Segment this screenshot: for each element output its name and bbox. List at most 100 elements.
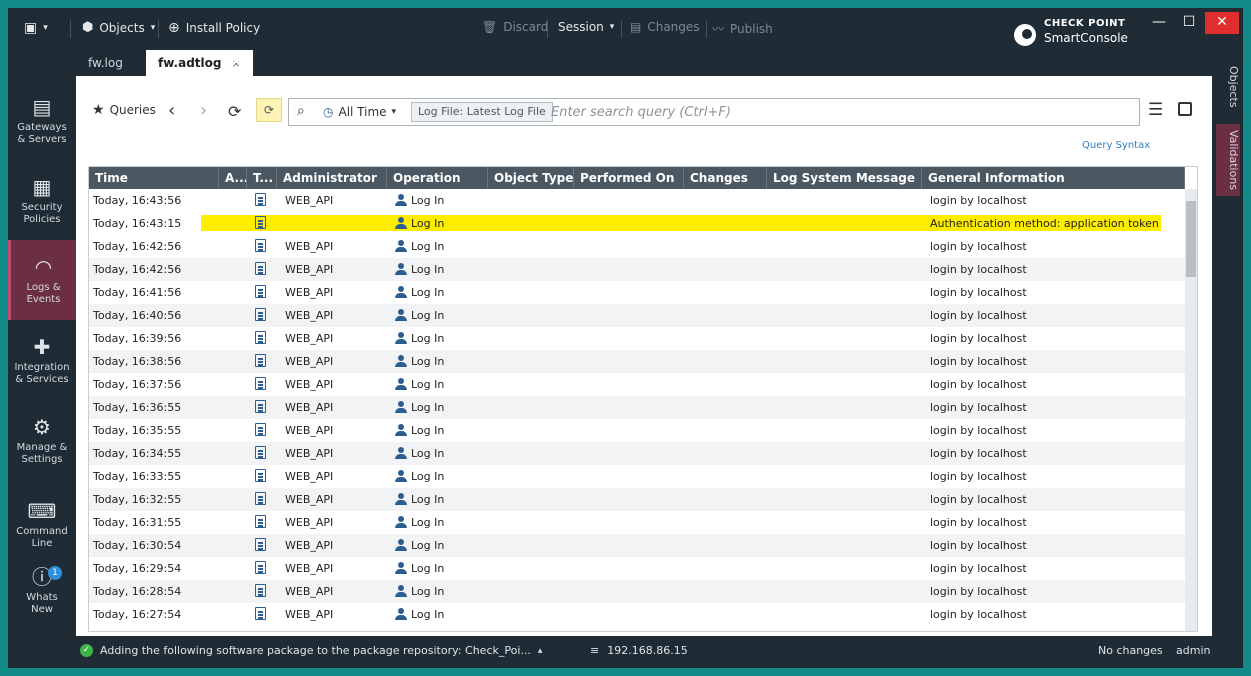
column-header-performed-on[interactable]: Performed On <box>574 167 684 189</box>
table-row[interactable]: Today, 16:39:56 WEB_API Log In login by loc… <box>89 327 1185 350</box>
cube-icon: ⬢ <box>82 20 94 35</box>
table-header: Time A... T... Administrator Operation O… <box>89 167 1185 189</box>
discard-button[interactable]: 🗑 Discard <box>482 20 548 34</box>
table-row[interactable]: Today, 16:43:56 WEB_API Log In login by loc… <box>89 189 1185 212</box>
table-row[interactable]: Today, 16:35:55 WEB_API Log In login by loc… <box>89 419 1185 442</box>
publish-button[interactable]: 〰 Publish <box>712 20 773 37</box>
audit-log-icon <box>255 584 266 597</box>
clock-icon: ◷ <box>323 105 334 119</box>
app-menu-button[interactable]: ▣ ▾ <box>24 20 48 36</box>
options-menu-button[interactable]: ☰ <box>1148 100 1163 120</box>
queries-button[interactable]: ★ Queries <box>92 102 156 118</box>
nav-whats-new[interactable]: ⓘ 1 Whats New <box>8 566 76 616</box>
nav-label: Gateways <box>17 122 67 133</box>
install-policy-label: Install Policy <box>185 21 261 35</box>
forward-button[interactable]: › <box>200 100 207 121</box>
user-icon <box>395 424 407 436</box>
refresh-icon: ⟳ <box>228 102 242 121</box>
operation-label: Log In <box>411 608 445 621</box>
nav-gateways-servers[interactable]: ▤ Gateways & Servers <box>8 96 76 146</box>
nav-label: & Services <box>15 374 69 385</box>
changes-button[interactable]: ▤ Changes <box>630 20 700 34</box>
table-row[interactable]: Today, 16:29:54 WEB_API Log In login by loc… <box>89 557 1185 580</box>
close-window-button[interactable]: ✕ <box>1205 12 1239 34</box>
detach-button[interactable] <box>1178 102 1192 116</box>
operation-label: Log In <box>411 516 445 529</box>
maximize-button[interactable]: ☐ <box>1172 12 1206 34</box>
column-header-action[interactable]: A... <box>219 167 247 189</box>
logo-icon <box>1014 24 1036 46</box>
table-row[interactable]: Today, 16:42:56 WEB_API Log In login by loc… <box>89 258 1185 281</box>
cell-general-information: login by localhost <box>930 562 1027 575</box>
table-row[interactable]: Today, 16:27:54 WEB_API Log In login by loc… <box>89 603 1185 626</box>
add-tab-button[interactable]: + <box>232 52 247 73</box>
tab-fw-log[interactable]: fw.log <box>76 50 135 76</box>
log-tabs: fw.log fw.adtlog × + <box>76 50 1221 76</box>
server-connection: ≡ 192.168.86.15 <box>590 644 688 657</box>
table-row[interactable]: Today, 16:42:56 WEB_API Log In login by loc… <box>89 235 1185 258</box>
column-header-time[interactable]: Time <box>89 167 219 189</box>
table-row[interactable]: Today, 16:30:54 WEB_API Log In login by loc… <box>89 534 1185 557</box>
column-header-changes[interactable]: Changes <box>684 167 767 189</box>
user-icon <box>395 194 407 206</box>
table-row[interactable]: Today, 16:28:54 WEB_API Log In login by loc… <box>89 580 1185 603</box>
user-icon <box>395 470 407 482</box>
column-header-operation[interactable]: Operation <box>387 167 488 189</box>
nav-security-policies[interactable]: ▦ Security Policies <box>8 176 76 226</box>
nav-integration-services[interactable]: ✚ Integration & Services <box>8 336 76 386</box>
nav-logs-events[interactable]: ◠ Logs & Events <box>8 240 76 320</box>
vertical-scrollbar[interactable] <box>1185 189 1197 631</box>
nav-label: Events <box>26 294 61 305</box>
refresh-button[interactable]: ⟳ <box>228 102 241 121</box>
minimize-button[interactable]: — <box>1142 12 1176 34</box>
log-table: Time A... T... Administrator Operation O… <box>88 166 1198 632</box>
log-file-chip[interactable]: Log File: Latest Log File <box>411 102 553 122</box>
session-menu-button[interactable]: Session ▾ <box>558 20 614 34</box>
validations-side-tab[interactable]: Validations <box>1216 124 1240 196</box>
auto-refresh-toggle[interactable]: ⟳ <box>256 98 282 122</box>
time-range-selector[interactable]: ◷ All Time ▾ <box>323 105 396 119</box>
close-icon: ✕ <box>1216 14 1228 30</box>
cell-general-information: login by localhost <box>930 608 1027 621</box>
operation-label: Log In <box>411 286 445 299</box>
column-header-administrator[interactable]: Administrator <box>277 167 387 189</box>
discard-label: Discard <box>503 20 549 34</box>
cell-general-information: Authentication method: application token <box>930 217 1159 230</box>
task-status[interactable]: ✓ Adding the following software package … <box>80 644 542 657</box>
table-row[interactable]: Today, 16:43:15 Log In Authentication meth… <box>89 212 1185 235</box>
table-row[interactable]: Today, 16:34:55 WEB_API Log In login by loc… <box>89 442 1185 465</box>
column-header-object-type[interactable]: Object Type <box>488 167 574 189</box>
back-button[interactable]: ‹ <box>168 100 175 121</box>
cell-time: Today, 16:38:56 <box>93 355 182 368</box>
table-row[interactable]: Today, 16:31:55 WEB_API Log In login by loc… <box>89 511 1185 534</box>
time-range-label: All Time <box>338 105 387 119</box>
database-icon: ≡ <box>590 644 600 657</box>
nav-manage-settings[interactable]: ⚙ Manage & Settings <box>8 416 76 466</box>
table-row[interactable]: Today, 16:33:55 WEB_API Log In login by loc… <box>89 465 1185 488</box>
search-input[interactable] <box>551 102 1131 122</box>
objects-side-tab[interactable]: Objects <box>1216 60 1240 114</box>
table-row[interactable]: Today, 16:41:56 WEB_API Log In login by loc… <box>89 281 1185 304</box>
cell-administrator: WEB_API <box>285 286 334 299</box>
table-row[interactable]: Today, 16:38:56 WEB_API Log In login by loc… <box>89 350 1185 373</box>
table-row[interactable]: Today, 16:36:55 WEB_API Log In login by loc… <box>89 396 1185 419</box>
cell-administrator: WEB_API <box>285 194 334 207</box>
table-row[interactable]: Today, 16:32:55 WEB_API Log In login by loc… <box>89 488 1185 511</box>
scrollbar-thumb[interactable] <box>1186 201 1196 277</box>
cell-type <box>251 534 277 557</box>
cell-operation: Log In <box>391 189 488 212</box>
cell-general-information: login by localhost <box>930 263 1027 276</box>
install-policy-button[interactable]: ⊕ Install Policy <box>168 20 260 36</box>
column-header-type[interactable]: T... <box>247 167 277 189</box>
nav-command-line[interactable]: ⌨ Command Line <box>8 500 76 550</box>
table-row[interactable]: Today, 16:37:56 WEB_API Log In login by loc… <box>89 373 1185 396</box>
column-header-general-information[interactable]: General Information <box>922 167 1185 189</box>
operation-label: Log In <box>411 493 445 506</box>
objects-menu-button[interactable]: ⬢ Objects ▾ <box>82 20 155 35</box>
chevron-down-icon: ▾ <box>43 23 48 33</box>
cell-operation: Log In <box>391 373 488 396</box>
column-header-log-system-message[interactable]: Log System Message <box>767 167 922 189</box>
table-row[interactable]: Today, 16:40:56 WEB_API Log In login by loc… <box>89 304 1185 327</box>
cell-operation: Log In <box>391 212 488 235</box>
query-syntax-link[interactable]: Query Syntax <box>1082 140 1150 151</box>
